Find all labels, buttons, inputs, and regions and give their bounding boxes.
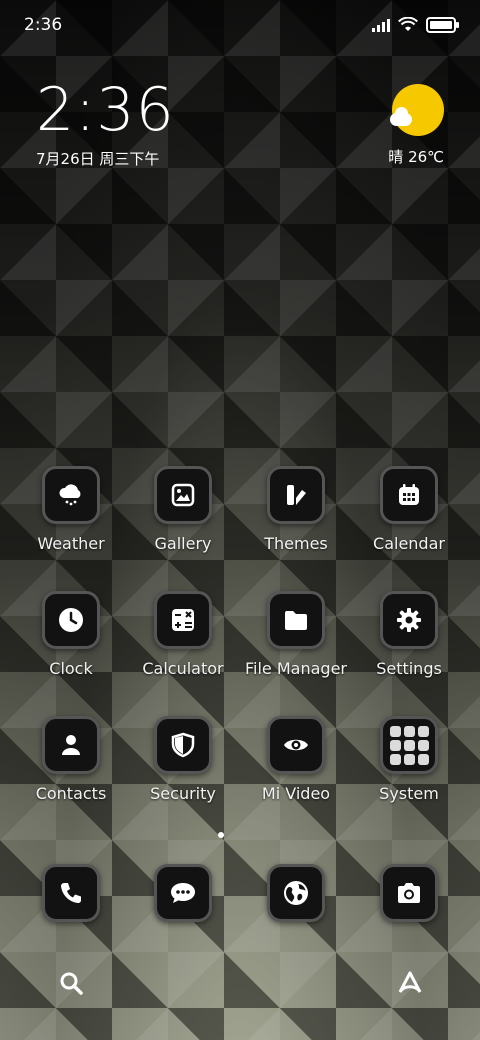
clock-widget[interactable]: 2:36 7月26日 周三下午 — [36, 78, 175, 169]
system-folder-icon — [380, 716, 438, 774]
shield-icon — [154, 716, 212, 774]
page-indicator-dot[interactable] — [218, 832, 224, 838]
clock-icon — [42, 591, 100, 649]
signal-icon — [372, 18, 390, 32]
themes-icon — [267, 466, 325, 524]
app-label: System — [379, 784, 439, 803]
status-time: 2:36 — [24, 15, 63, 35]
app-label: Security — [150, 784, 216, 803]
app-label: Clock — [49, 659, 93, 678]
app-label: File Manager — [245, 659, 347, 678]
dock-browser[interactable] — [241, 864, 351, 922]
app-label: Settings — [376, 659, 442, 678]
status-bar: 2:36 — [0, 0, 480, 50]
app-calendar[interactable]: Calendar — [354, 466, 464, 553]
app-gallery[interactable]: Gallery — [128, 466, 238, 553]
app-label: Calendar — [373, 534, 445, 553]
app-mi-video[interactable]: Mi Video — [241, 716, 351, 803]
dock-phone[interactable] — [16, 864, 126, 922]
camera-icon — [380, 864, 438, 922]
app-calculator[interactable]: Calculator — [128, 591, 238, 678]
widget-time: 2:36 — [36, 75, 175, 145]
folder-icon — [267, 591, 325, 649]
app-label: Weather — [37, 534, 105, 553]
widget-date: 7月26日 周三下午 — [36, 150, 160, 168]
app-themes[interactable]: Themes — [241, 466, 351, 553]
app-label: Calculator — [142, 659, 224, 678]
app-security[interactable]: Security — [128, 716, 238, 803]
dock-camera[interactable] — [354, 864, 464, 922]
weather-icon — [42, 466, 100, 524]
app-contacts[interactable]: Contacts — [16, 716, 126, 803]
messages-icon — [154, 864, 212, 922]
phone-icon — [42, 864, 100, 922]
browser-icon — [267, 864, 325, 922]
app-clock[interactable]: Clock — [16, 591, 126, 678]
gallery-icon — [154, 466, 212, 524]
app-label: Mi Video — [261, 784, 331, 803]
weather-widget[interactable]: 晴 26℃ — [364, 84, 444, 167]
wifi-icon — [398, 17, 418, 31]
eye-icon — [267, 716, 325, 774]
app-settings[interactable]: Settings — [354, 591, 464, 678]
app-system-folder[interactable]: System — [354, 716, 464, 803]
app-file-manager[interactable]: File Manager — [241, 591, 351, 678]
app-label: Themes — [264, 534, 328, 553]
app-vault-icon[interactable] — [396, 968, 424, 996]
app-label: Contacts — [35, 784, 107, 803]
contacts-icon — [42, 716, 100, 774]
search-icon[interactable] — [58, 970, 84, 996]
app-weather[interactable]: Weather — [16, 466, 126, 553]
gear-icon — [380, 591, 438, 649]
battery-icon — [426, 17, 459, 33]
sunny-weather-icon — [390, 84, 444, 136]
dock-messages[interactable] — [128, 864, 238, 922]
calculator-icon — [154, 591, 212, 649]
calendar-icon — [380, 466, 438, 524]
app-label: Gallery — [154, 534, 212, 553]
status-icons — [372, 17, 459, 33]
weather-text: 晴 26℃ — [388, 148, 444, 166]
